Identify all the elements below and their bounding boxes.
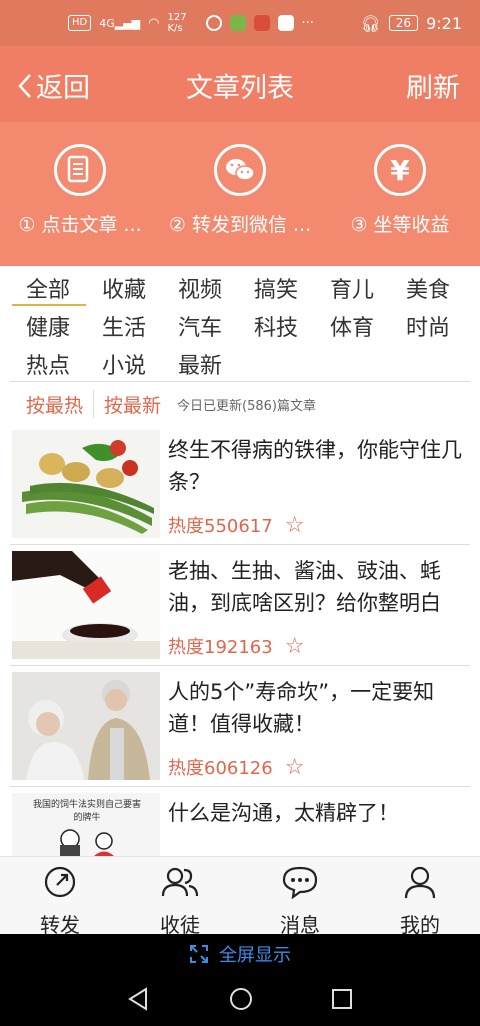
system-nav-bar xyxy=(0,974,480,1026)
fullscreen-label: 全屏显示 xyxy=(219,945,291,966)
battery-indicator: 26 xyxy=(388,15,419,31)
article-thumbnail xyxy=(12,430,160,538)
refresh-button[interactable]: 刷新 xyxy=(406,66,460,105)
screen: { "status_bar": { "net_tag": "HD", "sign… xyxy=(0,0,480,1026)
back-button[interactable]: 返回 xyxy=(18,66,90,105)
category-divider xyxy=(10,381,470,382)
sort-hot-button[interactable]: 按最热 xyxy=(26,391,83,418)
headphone-icon: 🎧︎ xyxy=(360,13,381,33)
status-left: HD 4G▂▄▆ ◠ 127 K/s ··· xyxy=(68,12,314,34)
article-divider xyxy=(10,665,470,666)
yen-icon: ¥ xyxy=(374,144,426,196)
more-notifications-icon: ··· xyxy=(301,15,314,31)
nav-back-icon[interactable] xyxy=(126,986,150,1012)
article-heat: 热度606126 ☆ xyxy=(168,754,304,780)
article-thumbnail: 我国的饲牛法实则自己要害的牌牛 xyxy=(12,793,160,856)
category-hot[interactable]: 热点 xyxy=(10,348,86,380)
article-title: 人的5个”寿命坎”，一定要知道！值得收藏！ xyxy=(168,680,435,736)
tab-messages[interactable]: 消息 xyxy=(240,865,360,938)
article-title: 老抽、生抽、酱油、豉油、蚝油，到底啥区别？给你整明白 xyxy=(168,559,441,615)
status-right: 🎧︎ 26 9:21 xyxy=(360,14,462,33)
nav-recents-icon[interactable] xyxy=(330,986,354,1012)
users-icon xyxy=(161,867,199,897)
wechat-icon xyxy=(214,144,266,196)
article-item[interactable]: 老抽、生抽、酱油、豉油、蚝油，到底啥区别？给你整明白 热度192163 ☆ xyxy=(12,551,468,663)
app-icon-1 xyxy=(205,15,222,31)
status-bar: HD 4G▂▄▆ ◠ 127 K/s ··· 🎧︎ 26 9:21 xyxy=(0,0,480,46)
network-speed: 127 K/s xyxy=(167,12,187,34)
clock: 9:21 xyxy=(426,13,462,33)
wifi-icon: ◠ xyxy=(148,15,160,31)
category-novel[interactable]: 小说 xyxy=(86,348,162,380)
user-icon xyxy=(404,866,436,899)
article-item[interactable]: 我国的饲牛法实则自己要害的牌牛 什么是沟通，太精辟了！ xyxy=(12,793,468,856)
app-icon-4 xyxy=(277,15,294,31)
category-video[interactable]: 视频 xyxy=(162,272,238,304)
category-parenting[interactable]: 育儿 xyxy=(314,272,390,304)
step-label: ② 转发到微信 ... xyxy=(168,214,312,236)
heat-value: 热度192163 xyxy=(168,637,273,658)
step-earn[interactable]: ¥ ③ 坐等收益 xyxy=(320,144,480,237)
signal-icon: 4G▂▄▆ xyxy=(99,16,141,30)
article-item[interactable]: 终生不得病的铁律，你能守住几条？ 热度550617 ☆ xyxy=(12,430,468,542)
article-heat: 热度192163 ☆ xyxy=(168,633,304,659)
heat-value: 热度550617 xyxy=(168,516,273,537)
tab-recruit[interactable]: 收徒 xyxy=(120,865,240,938)
category-favorites[interactable]: 收藏 xyxy=(86,272,162,304)
category-funny[interactable]: 搞笑 xyxy=(238,272,314,304)
app-icon-3 xyxy=(253,15,270,31)
steps-banner: ① 点击文章 ... ② 转发到微信 ... ¥ ③ 坐等收益 xyxy=(0,122,480,266)
active-category-underline xyxy=(12,304,86,306)
category-food[interactable]: 美食 xyxy=(390,272,466,304)
expand-icon xyxy=(190,945,208,963)
sort-new-button[interactable]: 按最新 xyxy=(104,391,161,418)
article-title: 什么是沟通，太精辟了！ xyxy=(168,801,399,825)
tab-share[interactable]: 转发 xyxy=(0,865,120,938)
category-fashion[interactable]: 时尚 xyxy=(390,310,466,342)
share-icon xyxy=(44,866,76,898)
article-heat: 热度550617 ☆ xyxy=(168,512,304,538)
heat-value: 热度606126 xyxy=(168,758,273,779)
hd-badge: HD xyxy=(68,15,92,31)
sort-bar: 按最热 按最新 今日已更新(586)篇文章 xyxy=(0,384,480,424)
article-divider xyxy=(10,544,470,545)
article-thumbnail xyxy=(12,551,160,659)
update-note: 今日已更新(586)篇文章 xyxy=(177,398,316,414)
category-all[interactable]: 全部 xyxy=(10,272,86,304)
step-click-article[interactable]: ① 点击文章 ... xyxy=(0,144,160,237)
article-title: 终生不得病的铁律，你能守住几条？ xyxy=(168,438,462,494)
bottom-tab-bar: 转发 收徒 消息 我的 xyxy=(0,856,480,937)
category-cars[interactable]: 汽车 xyxy=(162,310,238,342)
favorite-star-icon[interactable]: ☆ xyxy=(285,513,305,538)
article-divider xyxy=(10,786,470,787)
category-tech[interactable]: 科技 xyxy=(238,310,314,342)
step-share-wechat[interactable]: ② 转发到微信 ... xyxy=(160,144,320,237)
app-icon-2 xyxy=(229,15,246,31)
nav-home-icon[interactable] xyxy=(228,986,254,1012)
fullscreen-button[interactable]: 全屏显示 xyxy=(0,934,480,974)
favorite-star-icon[interactable]: ☆ xyxy=(285,634,305,659)
article-thumbnail xyxy=(12,672,160,780)
favorite-star-icon[interactable]: ☆ xyxy=(285,755,305,780)
back-label: 返回 xyxy=(36,73,90,104)
article-item[interactable]: 人的5个”寿命坎”，一定要知道！值得收藏！ 热度606126 ☆ xyxy=(12,672,468,784)
category-latest[interactable]: 最新 xyxy=(162,348,238,380)
message-icon xyxy=(282,866,318,900)
chevron-left-icon xyxy=(18,73,31,98)
category-sports[interactable]: 体育 xyxy=(314,310,390,342)
document-icon xyxy=(54,144,106,196)
app-header: 返回 文章列表 刷新 xyxy=(0,46,480,122)
tab-mine[interactable]: 我的 xyxy=(360,865,480,938)
category-health[interactable]: 健康 xyxy=(10,310,86,342)
step-label: ③ 坐等收益 xyxy=(350,214,450,236)
sort-separator xyxy=(93,390,95,418)
step-label: ① 点击文章 ... xyxy=(18,214,142,236)
category-life[interactable]: 生活 xyxy=(86,310,162,342)
